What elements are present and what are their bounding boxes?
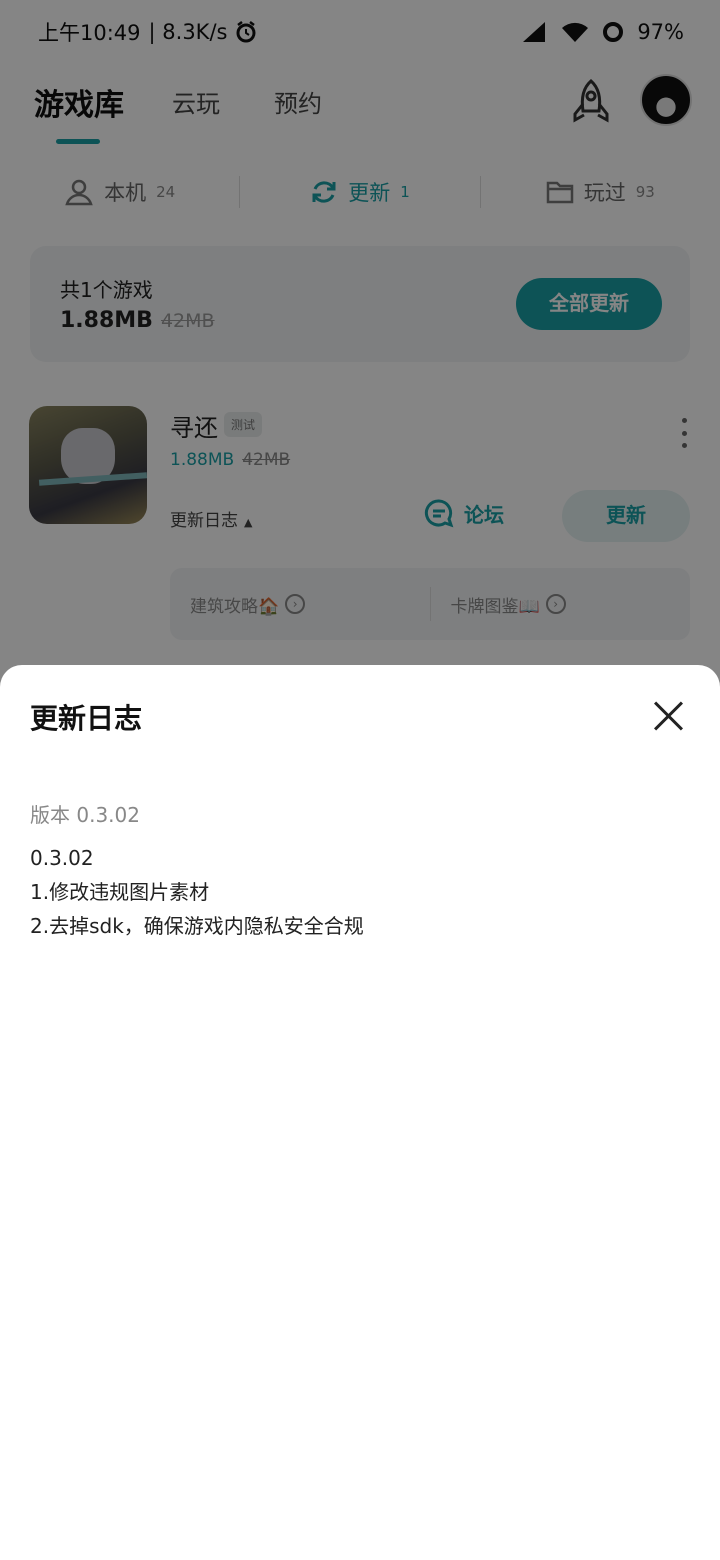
close-icon[interactable]: [652, 699, 686, 733]
version-label: 版本 0.3.02: [30, 803, 140, 827]
changelog-notes: 0.3.02 1.修改违规图片素材 2.去掉sdk，确保游戏内隐私安全合规: [30, 841, 364, 943]
note-line: 2.去掉sdk，确保游戏内隐私安全合规: [30, 914, 364, 938]
sheet-title: 更新日志: [30, 702, 143, 735]
note-line: 1.修改违规图片素材: [30, 880, 210, 904]
note-line: 0.3.02: [30, 846, 94, 870]
changelog-sheet: 更新日志 版本 0.3.02 0.3.02 1.修改违规图片素材 2.去掉sdk…: [0, 665, 720, 1560]
